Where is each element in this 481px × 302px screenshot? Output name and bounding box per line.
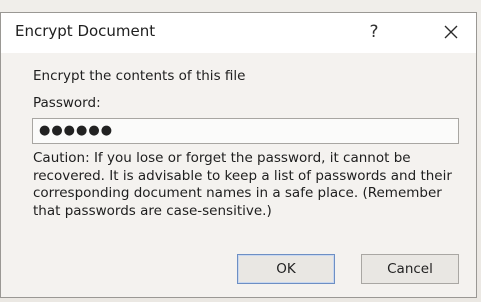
- group-heading: Encrypt the contents of this file: [33, 68, 246, 84]
- close-icon: [444, 25, 458, 39]
- password-label-colon: :: [96, 95, 101, 111]
- cancel-button[interactable]: Cancel: [361, 254, 459, 284]
- password-label-text: Password: [33, 95, 97, 111]
- title-bar: Encrypt Document ?: [1, 13, 476, 53]
- close-button[interactable]: [437, 18, 465, 46]
- password-field[interactable]: ●●●●●●: [32, 118, 459, 144]
- dialog-title: Encrypt Document: [15, 22, 156, 40]
- caution-text: Caution: If you lose or forget the passw…: [33, 150, 452, 219]
- encrypt-document-dialog: Encrypt Document ? Encrypt the contents …: [0, 12, 477, 298]
- ok-button[interactable]: OK: [237, 254, 335, 284]
- password-label: Password:: [33, 95, 101, 111]
- help-button[interactable]: ?: [360, 18, 388, 46]
- screen: Encrypt Document ? Encrypt the contents …: [0, 0, 481, 302]
